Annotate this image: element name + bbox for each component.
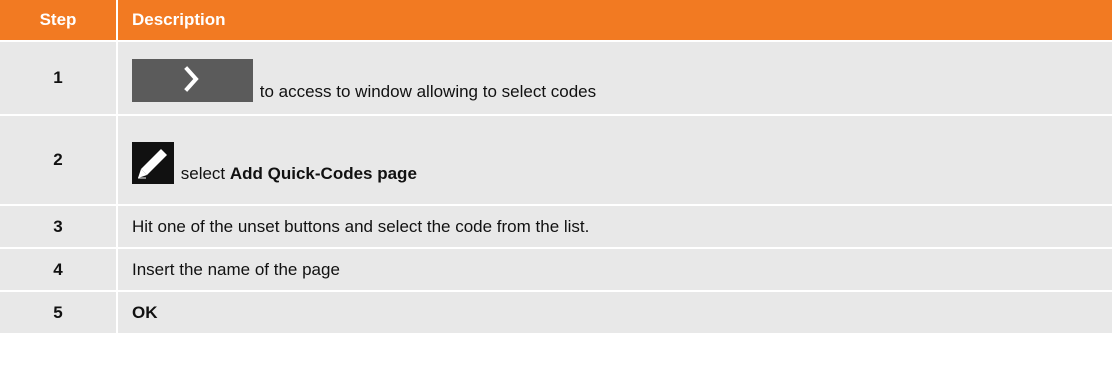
header-step: Step	[0, 0, 118, 40]
step-description: select Add Quick-Codes page	[118, 114, 1112, 204]
step-number: 1	[0, 40, 118, 114]
step-description: to access to window allowing to select c…	[118, 40, 1112, 114]
table-header-row: Step Description	[0, 0, 1112, 40]
table-row: 2 select Add Quick-Codes page	[0, 114, 1112, 204]
step-number: 2	[0, 114, 118, 204]
header-description: Description	[118, 0, 1112, 40]
table-row: 4 Insert the name of the page	[0, 247, 1112, 290]
step-number: 3	[0, 204, 118, 247]
steps-table: Step Description 1 to access to window a…	[0, 0, 1112, 333]
step-text: Insert the name of the page	[118, 247, 1112, 290]
table-row: 3 Hit one of the unset buttons and selec…	[0, 204, 1112, 247]
chevron-right-icon	[184, 65, 199, 92]
table-row: 5 OK	[0, 290, 1112, 333]
next-button[interactable]	[132, 58, 253, 102]
step-text: Hit one of the unset buttons and select …	[118, 204, 1112, 247]
pencil-edit-icon	[138, 149, 167, 179]
table-row: 1 to access to window allowing to select…	[0, 40, 1112, 114]
step-number: 4	[0, 247, 118, 290]
edit-button[interactable]	[132, 142, 174, 184]
step-text-bold: OK	[132, 302, 158, 322]
step-number: 5	[0, 290, 118, 333]
step-description: OK	[118, 290, 1112, 333]
step-text: to access to window allowing to select c…	[259, 81, 597, 101]
step-text-bold: Add Quick-Codes page	[229, 164, 417, 183]
step-text-prefix: select	[180, 164, 230, 183]
